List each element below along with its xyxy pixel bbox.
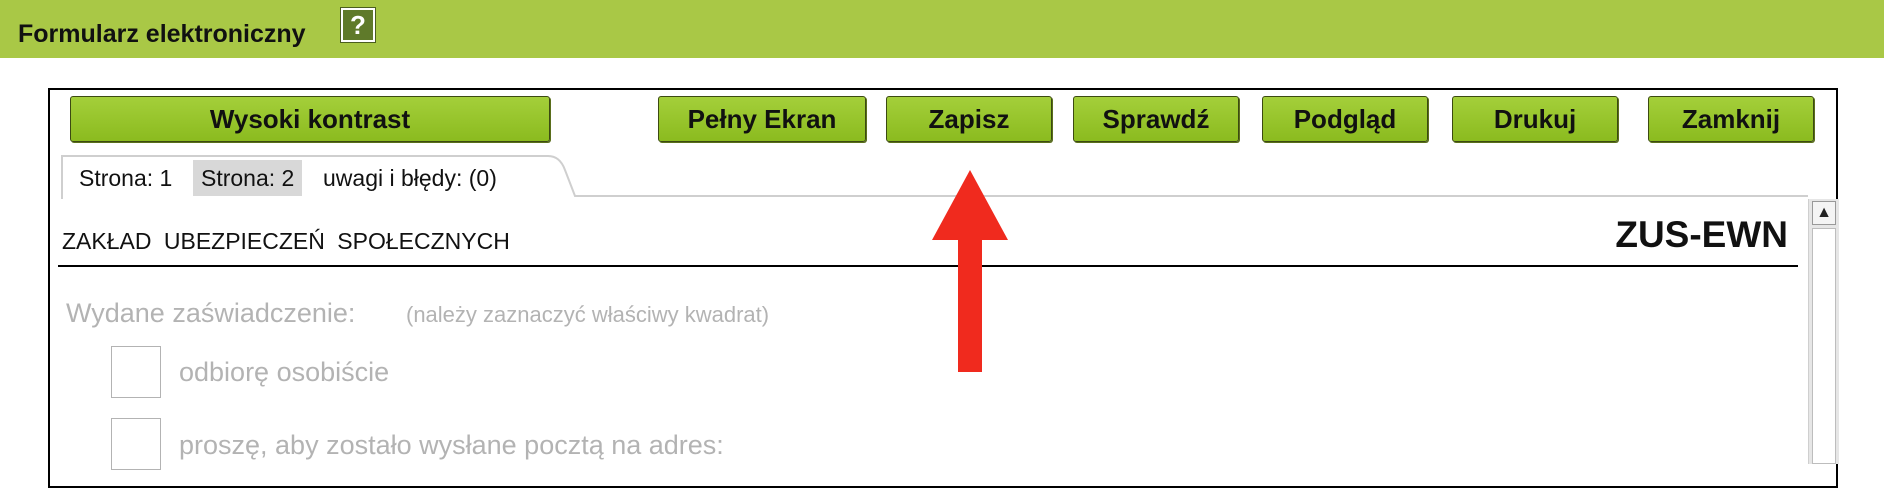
annotation-arrow-icon [932, 170, 1008, 372]
